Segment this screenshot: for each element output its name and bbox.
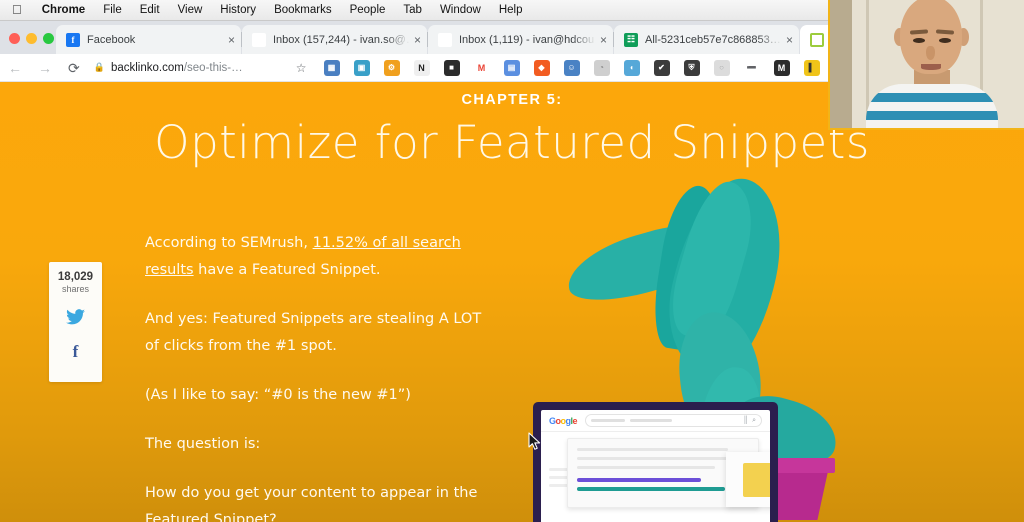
bookmark-circle-icon[interactable]: ○ bbox=[713, 59, 730, 76]
gmail-icon: M bbox=[252, 32, 266, 47]
window-close-button[interactable] bbox=[9, 33, 20, 44]
share-count: 18,029 bbox=[57, 271, 94, 283]
monitor-screen: Google ║ ⌕ bbox=[541, 410, 770, 522]
tab-close-icon[interactable]: × bbox=[228, 34, 235, 46]
paragraph-2: And yes: Featured Snippets are stealing … bbox=[145, 311, 482, 354]
paragraph-1-after: have a Featured Snippet. bbox=[193, 262, 381, 278]
snippet-line bbox=[577, 466, 715, 469]
tab-divider bbox=[427, 32, 428, 47]
bookmark-lastpass-icon[interactable]: ▣ bbox=[353, 59, 370, 76]
address-bar[interactable]: 🔒 backlinko.com/seo-this-… bbox=[94, 58, 284, 78]
bookmark-analytics-icon[interactable]: ◔ bbox=[593, 59, 610, 76]
snippet-url-bar bbox=[577, 487, 725, 491]
paragraph-4: The question is: bbox=[145, 436, 261, 452]
tab-title: Facebook bbox=[87, 33, 136, 46]
window-maximize-button[interactable] bbox=[43, 33, 54, 44]
menu-item-edit[interactable]: Edit bbox=[131, 4, 169, 16]
tab-title: Inbox (157,244) - ivan.so@… bbox=[273, 33, 410, 46]
bookmark-contacts-icon[interactable]: ☺ bbox=[563, 59, 580, 76]
bookmark-shield-icon[interactable]: ⛨ bbox=[683, 59, 700, 76]
snippet-line bbox=[577, 457, 736, 460]
google-sheets-icon: ☷ bbox=[624, 32, 638, 47]
bookmark-kwfinder-icon[interactable]: ▦ bbox=[323, 59, 340, 76]
window-minimize-button[interactable] bbox=[26, 33, 37, 44]
gmail-icon: M bbox=[438, 32, 452, 47]
mouse-cursor-icon bbox=[528, 432, 541, 456]
tab-close-icon[interactable]: × bbox=[786, 34, 793, 46]
tab-title: Inbox (1,119) - ivan@hdcou… bbox=[459, 33, 596, 46]
facebook-icon: f bbox=[66, 32, 80, 47]
menu-item-view[interactable]: View bbox=[169, 4, 212, 16]
illustration-monitor-plant: Google ║ ⌕ bbox=[485, 162, 905, 522]
screen:  Chrome File Edit View History Bookmark… bbox=[0, 0, 1024, 522]
bookmark-drive-icon[interactable]: ◆ bbox=[533, 59, 550, 76]
reload-button[interactable]: ⟳ bbox=[60, 61, 88, 75]
bookmark-pocket-icon[interactable]: ◖ bbox=[623, 59, 640, 76]
bookmark-calendar-icon[interactable]: ■ bbox=[443, 59, 460, 76]
search-input-icons: ║ ⌕ bbox=[743, 417, 756, 425]
padlock-icon: 🔒 bbox=[93, 62, 105, 72]
tab-divider bbox=[241, 32, 242, 47]
snippet-thumbnail-card bbox=[726, 452, 770, 507]
article-body: According to SEMrush, 11.52% of all sear… bbox=[145, 230, 495, 522]
menu-item-history[interactable]: History bbox=[211, 4, 265, 16]
address-bar-url: backlinko.com/seo-this-… bbox=[111, 62, 243, 74]
monitor-frame: Google ║ ⌕ bbox=[533, 402, 778, 522]
snippet-line bbox=[577, 448, 729, 451]
window-traffic-lights bbox=[9, 33, 54, 44]
tab-divider bbox=[613, 32, 614, 47]
bookmark-evernote-icon[interactable]: ▌ bbox=[803, 59, 820, 76]
paragraph-3: (As I like to say: “#0 is the new #1”) bbox=[145, 387, 411, 403]
facebook-f-icon[interactable]: f bbox=[73, 343, 79, 360]
paragraph-1-before: According to SEMrush, bbox=[145, 235, 313, 251]
twitter-bird-icon[interactable] bbox=[66, 309, 85, 328]
menu-item-people[interactable]: People bbox=[341, 4, 395, 16]
bookmark-settings-icon[interactable]: ⚙ bbox=[383, 59, 400, 76]
snippet-thumbnail-image bbox=[743, 462, 770, 497]
bookmark-check-icon[interactable]: ✔ bbox=[653, 59, 670, 76]
tab-inbox-hdcourses[interactable]: M Inbox (1,119) - ivan@hdcou… × bbox=[427, 25, 613, 54]
forward-button[interactable]: → bbox=[30, 61, 60, 75]
tab-close-icon[interactable]: × bbox=[414, 34, 421, 46]
bookmark-medium-icon[interactable]: M bbox=[773, 59, 790, 76]
snippet-title-bar bbox=[577, 478, 701, 482]
web-page-content: CHAPTER 5: Optimize for Featured Snippet… bbox=[0, 82, 1024, 522]
paragraph-1: According to SEMrush, 11.52% of all sear… bbox=[145, 230, 495, 284]
menu-item-tab[interactable]: Tab bbox=[394, 4, 431, 16]
tab-google-sheets[interactable]: ☷ All-5231ceb57e7c868853… × bbox=[613, 25, 799, 54]
menu-item-help[interactable]: Help bbox=[490, 4, 532, 16]
url-path: /seo-this-… bbox=[183, 61, 243, 74]
google-logo-icon: Google bbox=[549, 415, 578, 426]
menu-item-bookmarks[interactable]: Bookmarks bbox=[265, 4, 341, 16]
presenter-webcam-overlay bbox=[828, 0, 1024, 130]
social-share-widget: 18,029 shares f bbox=[49, 262, 102, 382]
google-search-input[interactable]: ║ ⌕ bbox=[585, 414, 762, 427]
share-label: shares bbox=[61, 284, 89, 294]
paragraph-5: How do you get your content to appear in… bbox=[145, 485, 478, 522]
microphone-icon[interactable]: ║ bbox=[743, 417, 748, 424]
search-icon[interactable]: ⌕ bbox=[752, 417, 756, 425]
bookmark-star-icon[interactable]: ☆ bbox=[296, 61, 307, 75]
bookmark-gmail-icon[interactable]: M bbox=[473, 59, 490, 76]
apple-logo-icon[interactable]:  bbox=[0, 3, 33, 16]
tab-close-icon[interactable]: × bbox=[600, 34, 607, 46]
bookmark-docs-icon[interactable]: ▤ bbox=[503, 59, 520, 76]
menu-item-window[interactable]: Window bbox=[431, 4, 490, 16]
tab-inbox-ivanso[interactable]: M Inbox (157,244) - ivan.so@… × bbox=[241, 25, 427, 54]
bookmark-notion-icon[interactable]: N bbox=[413, 59, 430, 76]
back-button[interactable]: ← bbox=[0, 61, 30, 75]
url-domain: backlinko.com bbox=[110, 61, 184, 74]
search-text-placeholder bbox=[591, 419, 626, 422]
google-search-bar: Google ║ ⌕ bbox=[541, 410, 770, 432]
tab-title: All-5231ceb57e7c868853… bbox=[645, 33, 781, 46]
menu-item-file[interactable]: File bbox=[94, 4, 131, 16]
menu-item-chrome[interactable]: Chrome bbox=[33, 4, 94, 16]
search-text-placeholder bbox=[630, 419, 673, 422]
bookmark-red-dash-icon[interactable]: ➖ bbox=[743, 59, 760, 76]
webcam-border bbox=[828, 0, 1024, 130]
seo-ring-icon bbox=[810, 32, 824, 47]
tab-facebook[interactable]: f Facebook × bbox=[56, 25, 241, 54]
